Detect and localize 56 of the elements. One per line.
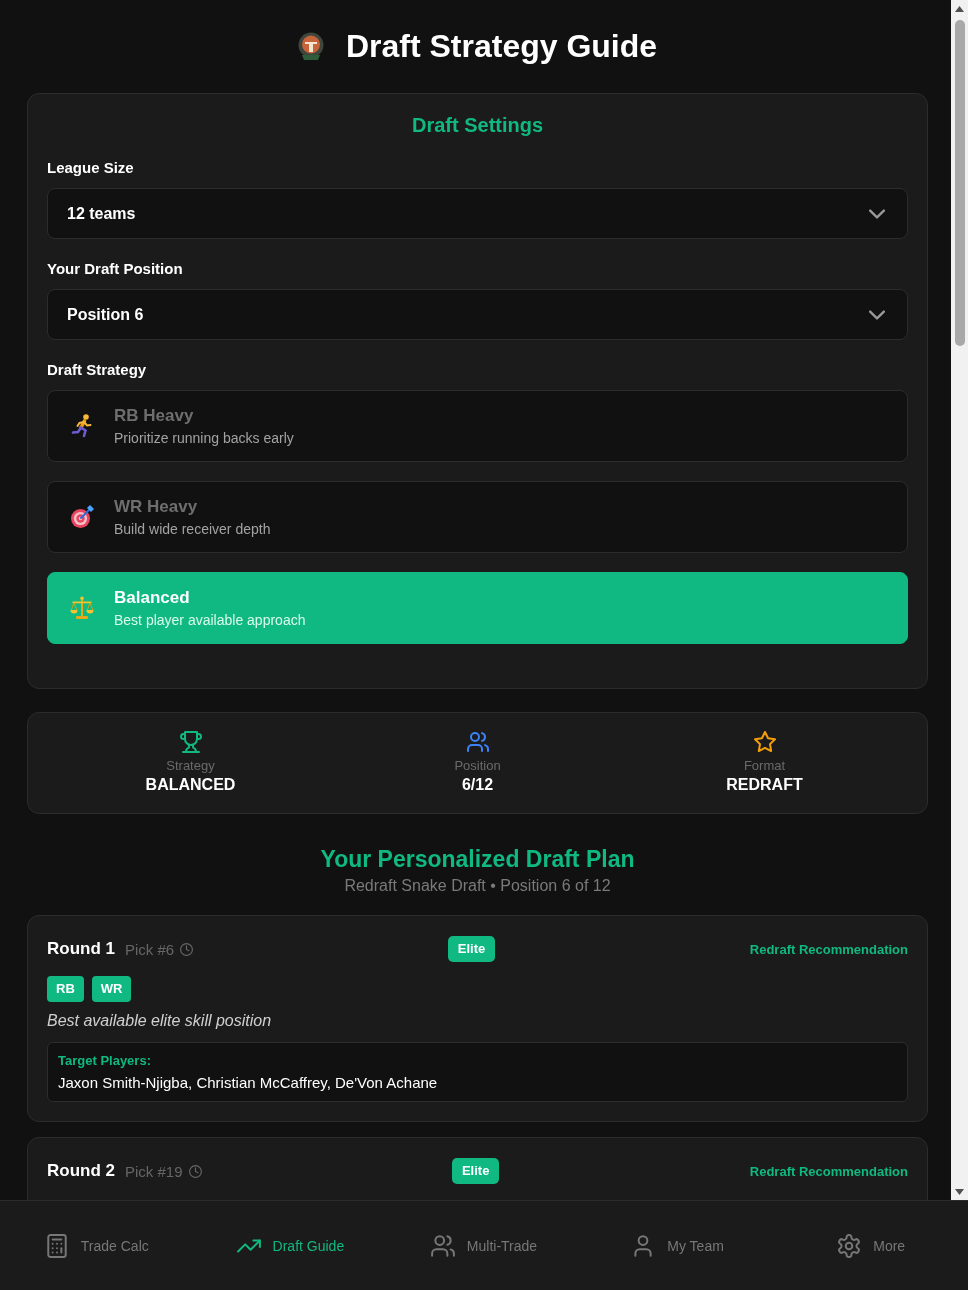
strategy-description: Prioritize running backs early (114, 429, 294, 447)
tier-badge: Elite (451, 1158, 500, 1184)
target-icon (70, 505, 94, 529)
field-label: Your Draft Position (47, 259, 184, 279)
position-tag: RB (47, 976, 84, 1002)
calculator-icon (44, 1233, 69, 1258)
stat-value: BALANCED (145, 775, 236, 795)
people-icon (430, 1233, 455, 1258)
scrollbar-thumb[interactable] (954, 20, 965, 346)
chevron-down-icon (869, 208, 885, 219)
recommendation-label: Redraft Recommendation (749, 1163, 908, 1179)
target-label: Target Players: (58, 1052, 152, 1070)
target-names: Jaxon Smith-Njigba, Christian McCaffrey, De'Von Achane (58, 1073, 439, 1093)
plan-title: Your Personalized Draft Plan (319, 845, 636, 874)
nav-tab[interactable]: Trade Calc (0, 1201, 194, 1290)
round-title: Round 1 (47, 939, 115, 959)
dropdown-field[interactable]: Position 6 (47, 289, 908, 340)
field-label: Draft Strategy (47, 360, 148, 380)
nav-tab[interactable]: Multi-Trade (387, 1201, 581, 1290)
stat-value: REDRAFT (726, 775, 803, 795)
clock-icon (180, 942, 194, 956)
page-title: Draft Strategy Guide (345, 27, 658, 66)
strategy-title: RB Heavy (114, 405, 195, 427)
strategy-title: WR Heavy (114, 496, 199, 518)
field-label: League Size (47, 158, 135, 178)
strategy-description: Best player available approach (114, 611, 306, 629)
nav-tab[interactable]: More (774, 1201, 968, 1290)
nav-tab[interactable]: My Team (580, 1201, 775, 1290)
pick-number: Pick #19 (125, 1162, 183, 1180)
strategy-description: Build wide receiver depth (114, 520, 271, 538)
card-title: Draft Settings (410, 113, 545, 138)
round-note: Best available elite skill position (47, 1011, 273, 1031)
settings-icon (837, 1233, 862, 1258)
scales-icon (70, 596, 94, 620)
strategy-option[interactable]: WR Heavy Build wide receiver depth (47, 481, 908, 553)
stat-label: Format (743, 757, 786, 774)
scroll-up-icon[interactable] (955, 6, 964, 12)
tier-badge: Elite (447, 936, 496, 962)
strategy-title: Balanced (114, 587, 191, 609)
nav-tab[interactable]: Draft Guide (193, 1201, 388, 1290)
emblem-icon (297, 32, 324, 60)
recommendation-label: Redraft Recommendation (749, 941, 908, 957)
round-title: Round 2 (47, 1161, 115, 1181)
stat-value: 6/12 (461, 775, 494, 795)
scroll-down-icon[interactable] (955, 1189, 964, 1195)
position-tag: WR (91, 976, 132, 1002)
scrollbar[interactable] (951, 0, 968, 1200)
strategy-option[interactable]: RB Heavy Prioritize running backs early (47, 390, 908, 462)
stat-label: Strategy (166, 757, 215, 774)
stat-label: Position (454, 757, 501, 774)
pick-number: Pick #6 (125, 940, 175, 958)
runner-icon (70, 414, 94, 438)
clock-icon (188, 1164, 202, 1178)
chevron-down-icon (869, 309, 885, 320)
plan-subtitle: Redraft Snake Draft • Position 6 of 12 (343, 876, 612, 895)
dropdown-field[interactable]: 12 teams (47, 188, 908, 239)
